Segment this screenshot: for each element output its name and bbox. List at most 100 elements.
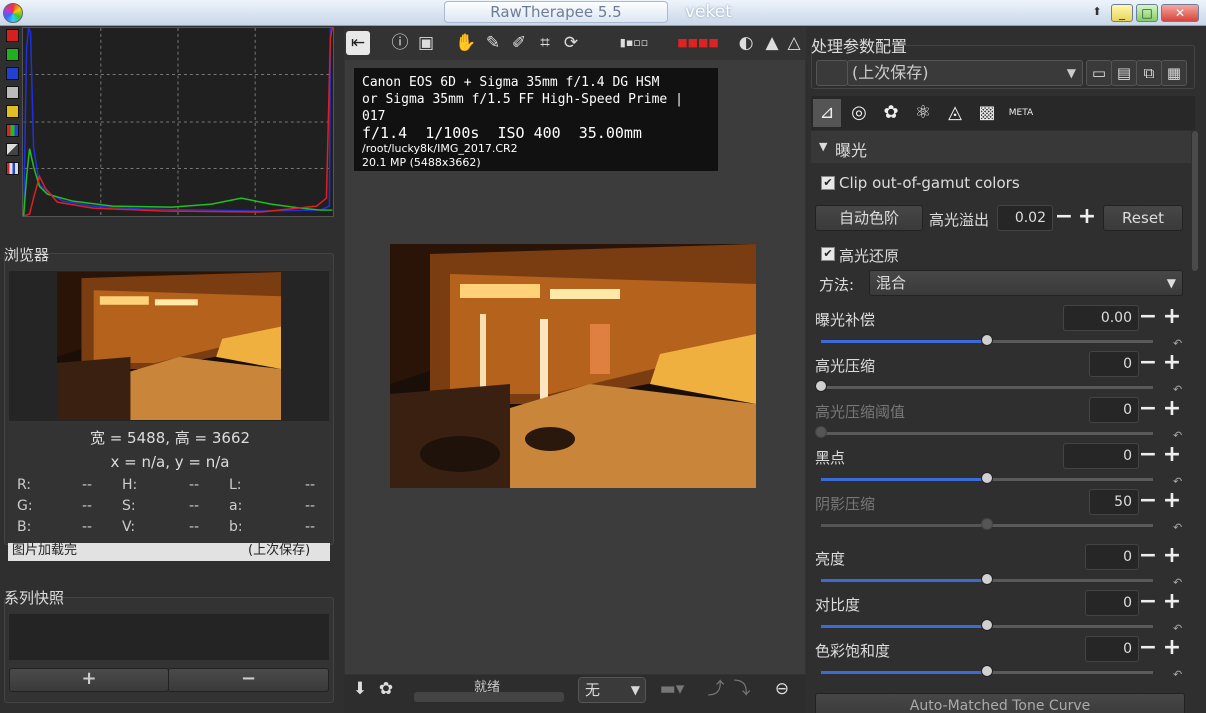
reset-icon[interactable]: ↶	[1173, 576, 1182, 589]
send-to-editor-icon[interactable]: ✿	[374, 677, 398, 701]
slider-decrease-button[interactable]: −	[1137, 397, 1159, 423]
slider-increase-button[interactable]: +	[1161, 590, 1183, 616]
slider-increase-button[interactable]: +	[1161, 305, 1183, 331]
reset-icon[interactable]: ↶	[1173, 521, 1182, 534]
highlight-reconstruction-checkbox[interactable]: ✔	[821, 247, 835, 261]
scroll-up-icon[interactable]: ⬆	[1090, 4, 1104, 22]
zoom-out-icon[interactable]: ⊖	[770, 677, 794, 701]
slider-decrease-button[interactable]: −	[1137, 305, 1159, 331]
rgb-bar-toggle[interactable]	[6, 162, 19, 175]
slider-decrease-button[interactable]: −	[1137, 636, 1159, 662]
slider-increase-button[interactable]: +	[1161, 351, 1183, 377]
reset-icon[interactable]: ↶	[1173, 668, 1182, 681]
white-balance-picker-icon[interactable]: ✎	[481, 31, 505, 55]
reset-icon[interactable]: ↶	[1173, 475, 1182, 488]
warning-icon[interactable]: △	[785, 31, 803, 55]
clipping-shadow-icon[interactable]: ◐	[736, 31, 756, 55]
green-channel-toggle[interactable]	[6, 48, 19, 61]
clipping-highlight-icon[interactable]: ▲	[761, 31, 783, 55]
tab-metadata[interactable]: META	[1007, 99, 1035, 127]
slider-knob[interactable]	[981, 665, 993, 677]
auto-levels-button[interactable]: 自动色阶	[815, 205, 923, 231]
clip-gamut-checkbox[interactable]: ✔	[821, 176, 835, 190]
slider-knob[interactable]	[981, 619, 993, 631]
slider-knob[interactable]	[981, 573, 993, 585]
slider-value-input[interactable]: 50	[1089, 489, 1139, 515]
minimize-button[interactable]: _	[1111, 4, 1133, 22]
slider-value-input[interactable]: 0	[1063, 443, 1139, 469]
tab-color[interactable]: ✿	[877, 99, 905, 127]
reset-icon[interactable]: ↶	[1173, 337, 1182, 350]
remove-snapshot-button[interactable]: −	[168, 668, 329, 692]
tab-detail[interactable]: ◎	[845, 99, 873, 127]
tab-exposure[interactable]: ⊿	[813, 99, 841, 127]
slider-value-input[interactable]: 0	[1089, 351, 1139, 377]
slider-decrease-button[interactable]: −	[1137, 590, 1159, 616]
tab-raw[interactable]: ▩	[973, 99, 1001, 127]
zoom-select[interactable]: 无 ▼	[578, 677, 646, 703]
info-icon[interactable]: ⓘ	[388, 31, 412, 55]
rotate-left-icon[interactable]: ⤴	[704, 677, 728, 701]
profile-list-icon[interactable]	[816, 60, 848, 86]
clip-threshold-increase-button[interactable]: +	[1076, 205, 1098, 231]
history-dropdown-icon[interactable]: ▬▾	[650, 677, 694, 701]
clip-threshold-decrease-button[interactable]: −	[1053, 205, 1075, 231]
slider-increase-button[interactable]: +	[1161, 544, 1183, 570]
slider-value-input[interactable]: 0	[1089, 397, 1139, 423]
navigator-thumbnail[interactable]	[57, 272, 281, 420]
slider-decrease-button[interactable]: −	[1137, 443, 1159, 469]
open-profile-icon[interactable]: ▭	[1086, 60, 1112, 86]
clip-threshold-input[interactable]: 0.02	[997, 205, 1053, 231]
reset-button[interactable]: Reset	[1103, 205, 1183, 231]
add-snapshot-button[interactable]: +	[9, 668, 169, 692]
reset-icon[interactable]: ↶	[1173, 383, 1182, 396]
slider-track[interactable]	[821, 386, 1153, 389]
luminance-toggle[interactable]	[6, 86, 19, 99]
blue-channel-toggle[interactable]	[6, 67, 19, 80]
close-button[interactable]: ✕	[1161, 4, 1199, 22]
rotate-right-icon[interactable]: ⤵	[730, 677, 754, 701]
slider-increase-button[interactable]: +	[1161, 489, 1183, 515]
tab-advanced[interactable]: ⚛	[909, 99, 937, 127]
slider-value-input[interactable]: 0	[1085, 636, 1139, 662]
slider-increase-button[interactable]: +	[1161, 397, 1183, 423]
raw-histogram-toggle[interactable]	[6, 124, 19, 137]
slider-knob[interactable]	[815, 380, 827, 392]
slider-value-input[interactable]: 0	[1085, 544, 1139, 570]
auto-matched-tone-curve-button[interactable]: Auto-Matched Tone Curve	[815, 693, 1185, 713]
hand-tool-icon[interactable]: ✋	[454, 31, 478, 55]
save-profile-icon[interactable]: ▤	[1111, 60, 1137, 86]
slider-knob[interactable]	[981, 334, 993, 346]
crop-tool-icon[interactable]: ⌗	[533, 31, 557, 55]
slider-track[interactable]	[821, 432, 1153, 435]
bar-toggle[interactable]	[6, 143, 19, 156]
slider-value-input[interactable]: 0	[1085, 590, 1139, 616]
save-image-icon[interactable]: ⬇	[348, 677, 372, 701]
tool-panel-scrollbar[interactable]	[1192, 131, 1198, 271]
reset-icon[interactable]: ↶	[1173, 429, 1182, 442]
app-logo-icon[interactable]	[3, 3, 23, 23]
profile-select[interactable]: (上次保存) ▼	[847, 60, 1083, 86]
tab-transform[interactable]: ◬	[941, 99, 969, 127]
straighten-tool-icon[interactable]: ⟳	[559, 31, 583, 55]
slider-decrease-button[interactable]: −	[1137, 351, 1159, 377]
reset-icon[interactable]: ↶	[1173, 622, 1182, 635]
exposure-section-header[interactable]: ▼ 曝光	[811, 131, 1191, 163]
main-photo[interactable]	[390, 244, 756, 488]
maximize-button[interactable]: □	[1136, 4, 1158, 22]
slider-knob[interactable]	[815, 426, 827, 438]
focus-mask-icon[interactable]: ▮▪▫▫	[609, 31, 659, 55]
channel-preview-icon[interactable]: ■■■■	[674, 31, 722, 55]
hide-left-panel-icon[interactable]: ⇤	[346, 31, 370, 55]
slider-increase-button[interactable]: +	[1161, 443, 1183, 469]
red-channel-toggle[interactable]	[6, 29, 19, 42]
slider-value-input[interactable]: 0.00	[1063, 305, 1139, 331]
copy-profile-icon[interactable]: ⧉	[1136, 60, 1162, 86]
method-select[interactable]: 混合 ▼	[869, 270, 1183, 296]
slider-increase-button[interactable]: +	[1161, 636, 1183, 662]
slider-decrease-button[interactable]: −	[1137, 489, 1159, 515]
slider-knob[interactable]	[981, 472, 993, 484]
chroma-toggle[interactable]	[6, 105, 19, 118]
snapshots-list[interactable]	[9, 614, 329, 660]
color-picker-icon[interactable]: ✐	[507, 31, 531, 55]
